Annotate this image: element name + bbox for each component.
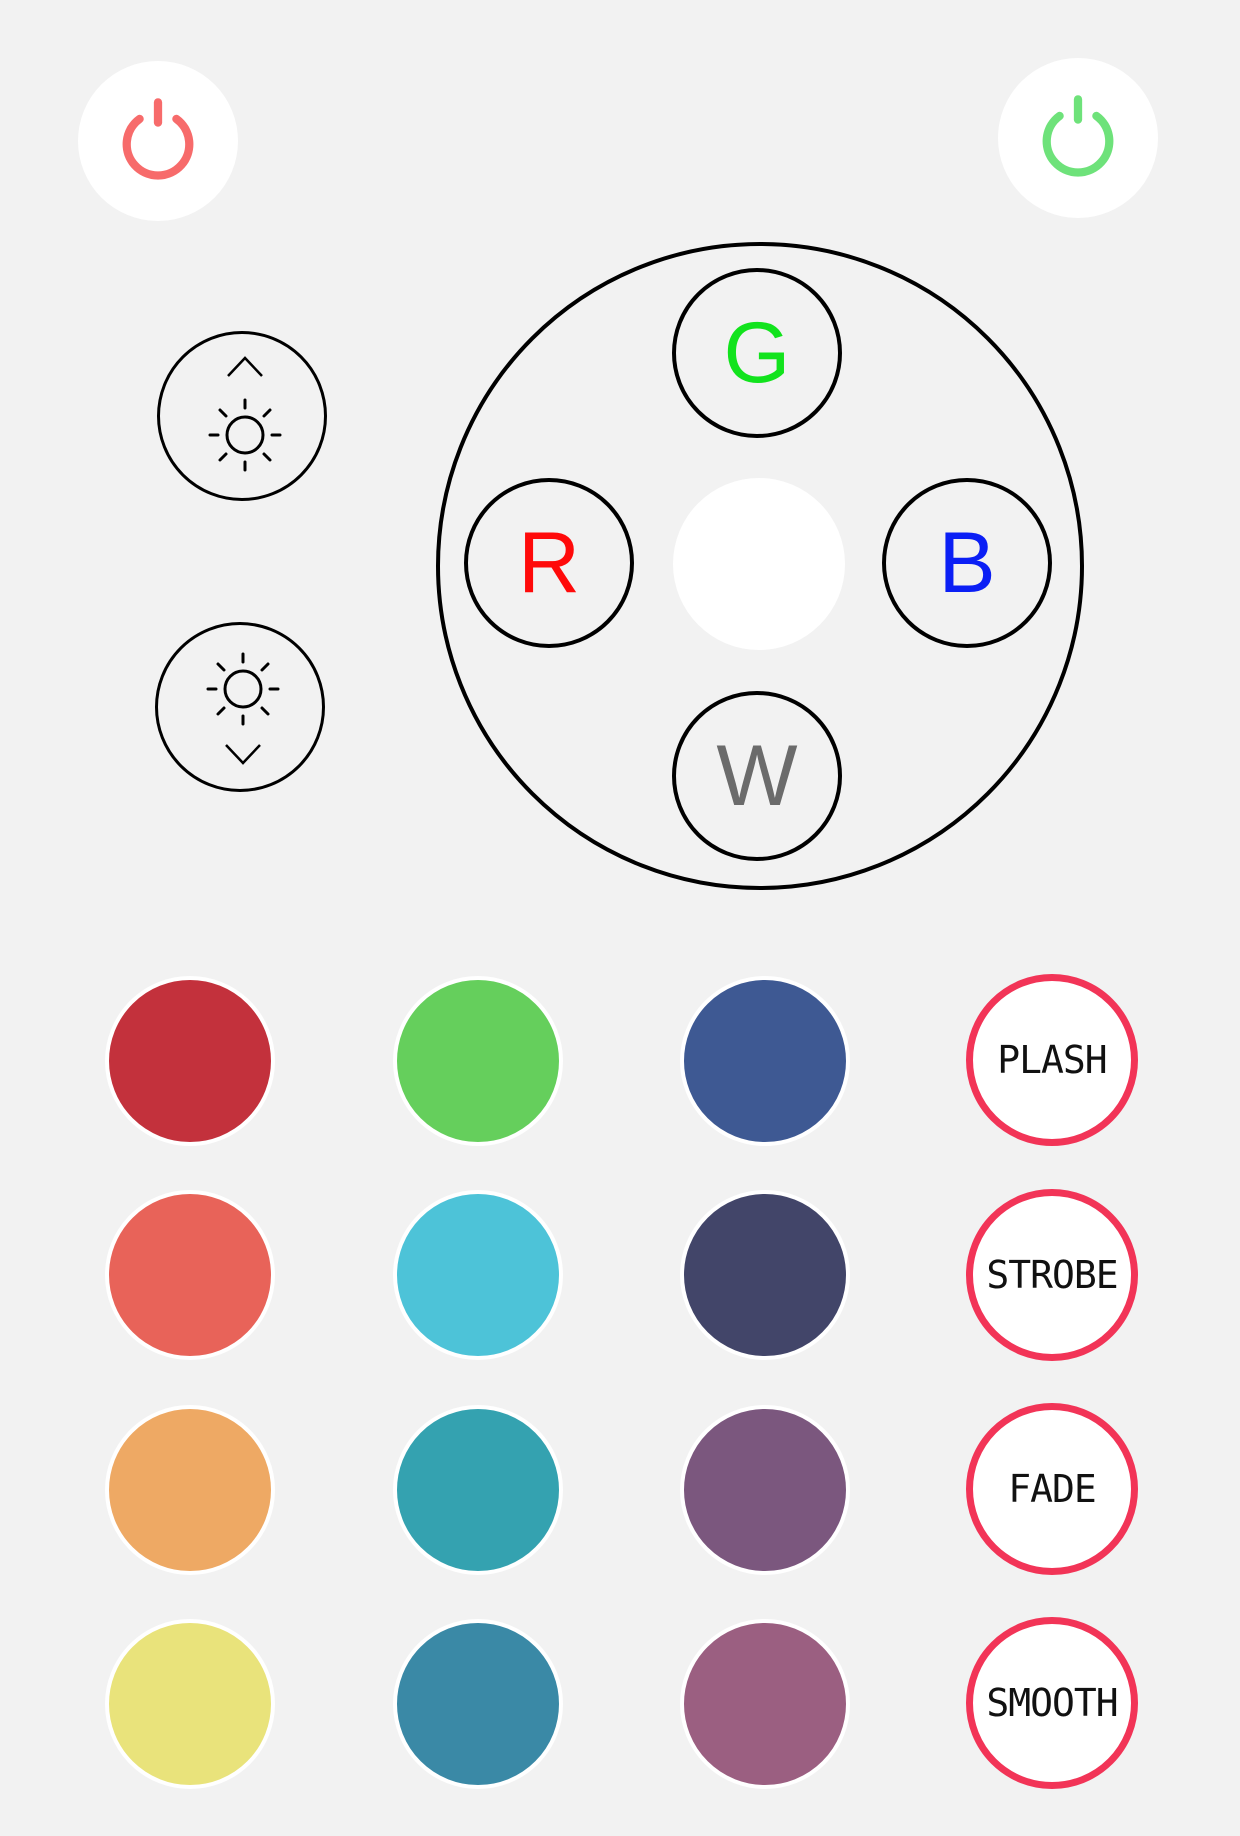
- center-white-button[interactable]: [673, 478, 845, 650]
- color-swatch-purple[interactable]: [680, 1405, 850, 1575]
- color-swatch-orange[interactable]: [105, 1405, 275, 1575]
- color-swatch-red[interactable]: [105, 976, 275, 1146]
- color-swatch-navy[interactable]: [680, 1190, 850, 1360]
- color-swatch-coral[interactable]: [105, 1190, 275, 1360]
- red-channel-button[interactable]: R: [464, 478, 634, 648]
- plash-mode-button[interactable]: PLASH: [966, 974, 1138, 1146]
- color-swatch-steel-blue[interactable]: [393, 1619, 563, 1789]
- power-off-button[interactable]: [78, 61, 238, 221]
- plash-label: PLASH: [997, 1038, 1107, 1082]
- smooth-mode-button[interactable]: SMOOTH: [966, 1617, 1138, 1789]
- green-channel-button[interactable]: G: [672, 268, 842, 438]
- strobe-label: STROBE: [986, 1253, 1118, 1297]
- power-on-button[interactable]: [998, 58, 1158, 218]
- white-channel-label: W: [716, 728, 798, 824]
- smooth-label: SMOOTH: [986, 1681, 1118, 1725]
- fade-mode-button[interactable]: FADE: [966, 1403, 1138, 1575]
- brightness-down-button[interactable]: [155, 622, 325, 792]
- brightness-down-icon: [206, 652, 280, 765]
- color-swatch-cyan[interactable]: [393, 1190, 563, 1360]
- power-icon: [122, 98, 194, 180]
- brightness-up-button[interactable]: [157, 331, 327, 501]
- color-swatch-green[interactable]: [393, 976, 563, 1146]
- power-icon: [1042, 95, 1114, 177]
- blue-channel-button[interactable]: B: [882, 478, 1052, 648]
- color-swatch-mauve[interactable]: [680, 1619, 850, 1789]
- color-swatch-blue[interactable]: [680, 976, 850, 1146]
- blue-channel-label: B: [938, 515, 996, 611]
- brightness-up-icon: [208, 356, 282, 472]
- fade-label: FADE: [1008, 1467, 1097, 1511]
- color-swatch-teal[interactable]: [393, 1405, 563, 1575]
- strobe-mode-button[interactable]: STROBE: [966, 1189, 1138, 1361]
- green-channel-label: G: [723, 305, 791, 401]
- red-channel-label: R: [517, 515, 581, 611]
- color-swatch-yellow[interactable]: [105, 1619, 275, 1789]
- white-channel-button[interactable]: W: [672, 691, 842, 861]
